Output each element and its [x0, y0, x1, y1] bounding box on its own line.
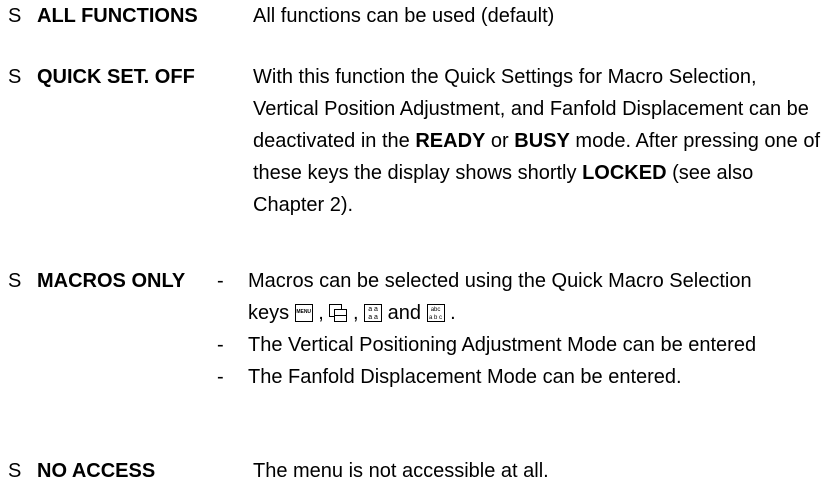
list-item: - The Fanfold Displacement Mode can be e…: [211, 361, 781, 393]
dash: -: [217, 366, 224, 388]
dash: -: [217, 334, 224, 356]
dash: -: [217, 270, 224, 292]
display-locked: LOCKED: [582, 162, 667, 184]
mode-name-busy: BUSY: [514, 130, 570, 152]
abc-key-icon: abc a b c: [426, 304, 445, 322]
term-label: QUICK SET. OFF: [37, 66, 195, 88]
bullet: S: [8, 270, 22, 292]
list-item-text: The Fanfold Displacement Mode can be ent…: [248, 366, 682, 388]
fanfold-key-icon: [329, 304, 348, 322]
description: - Macros can be selected using the Quick…: [211, 265, 781, 393]
fanfold-key-icon-graphic: [329, 304, 348, 322]
bullet: S: [8, 66, 22, 88]
list-item: - The Vertical Positioning Adjustment Mo…: [211, 329, 781, 361]
bullet: S: [8, 5, 22, 27]
aa-key-bottom: a a: [368, 314, 378, 321]
list-item-text: The Vertical Positioning Adjustment Mode…: [248, 334, 757, 356]
separator: .: [450, 302, 456, 324]
description-text: With this function the Quick Settings fo…: [253, 61, 823, 221]
menu-key-icon: MENU: [294, 304, 313, 322]
separator: and: [387, 302, 421, 324]
list-item: - Macros can be selected using the Quick…: [211, 265, 781, 329]
term-label: ALL FUNCTIONS: [37, 5, 198, 27]
description-text: All functions can be used (default): [253, 5, 555, 27]
term-label: MACROS ONLY: [37, 270, 186, 292]
aa-key-icon: a aa a: [364, 304, 383, 322]
description: With this function the Quick Settings fo…: [253, 61, 823, 221]
description-text: The menu is not accessible at all.: [253, 460, 549, 482]
mode-name-ready: READY: [415, 130, 486, 152]
menu-key-label: MENU: [296, 309, 312, 315]
description: The menu is not accessible at all.: [253, 455, 823, 487]
abc-key-bottom: a b c: [429, 315, 443, 321]
separator: ,: [318, 302, 324, 324]
bullet: S: [8, 460, 22, 482]
list-item-text: Macros can be selected using the Quick M…: [248, 270, 752, 324]
aa-key-top: a a: [368, 306, 378, 313]
text-part: or: [490, 130, 509, 152]
description: All functions can be used (default): [253, 0, 823, 32]
abc-key-top: abc: [430, 307, 441, 313]
term-label: NO ACCESS: [37, 460, 156, 482]
separator: ,: [352, 302, 359, 324]
